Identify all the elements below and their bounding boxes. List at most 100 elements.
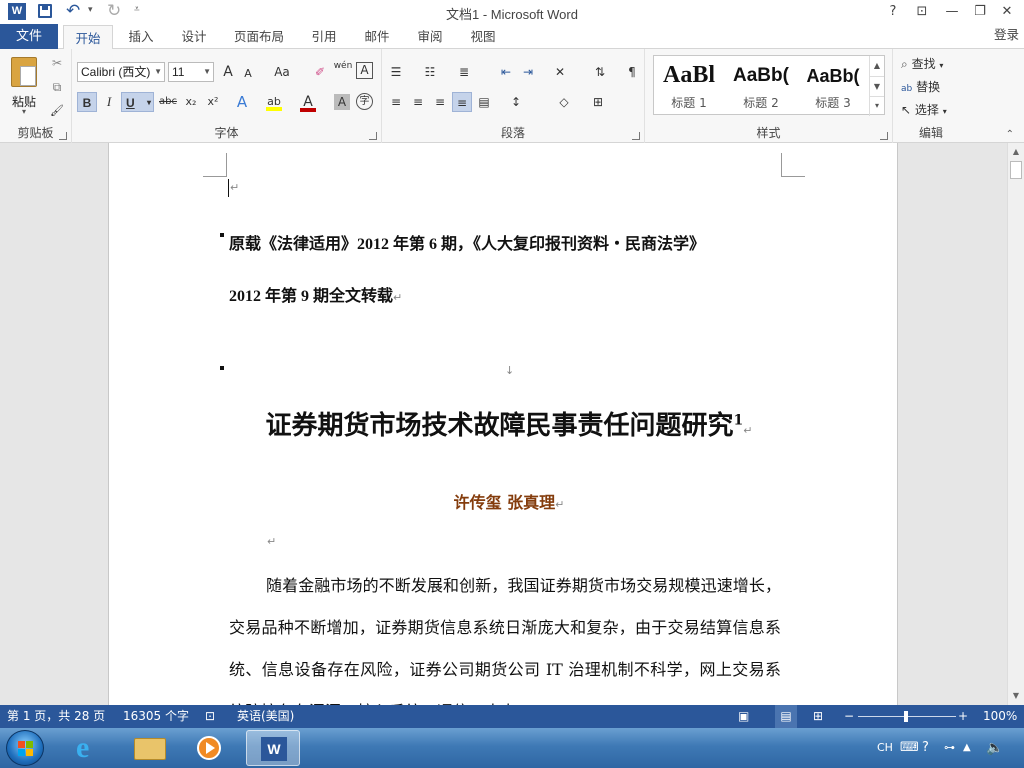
- enclose-characters-icon[interactable]: 字: [356, 93, 373, 110]
- authors-line[interactable]: 许传玺 张真理↵: [229, 489, 789, 513]
- distributed-icon[interactable]: ▤: [474, 92, 494, 112]
- styles-down-icon[interactable]: ▼: [870, 76, 884, 96]
- restore-button[interactable]: ❐: [969, 2, 991, 22]
- show-hidden-icons-icon[interactable]: ▲: [963, 728, 971, 768]
- sign-in-link[interactable]: 登录: [994, 24, 1024, 49]
- font-name-combo[interactable]: Calibri (西文) ▼: [77, 62, 165, 82]
- media-player-icon[interactable]: [182, 730, 236, 766]
- zoom-level[interactable]: 100%: [983, 705, 1017, 728]
- styles-more-icon[interactable]: ▾: [870, 96, 884, 114]
- decrease-indent-icon[interactable]: ⇤: [496, 62, 516, 82]
- source-note[interactable]: 原载《法律适用》2012 年第 6 期，《人大复印报刊资料・民商法学》 2012…: [229, 219, 789, 324]
- web-layout-icon[interactable]: ⊞: [813, 705, 823, 728]
- body-paragraph[interactable]: 随着金融市场的不断发展和创新，我国证券期货市场交易规模迅速增长，交易品种不断增加…: [229, 565, 781, 705]
- tab-file[interactable]: 文件: [0, 24, 58, 49]
- increase-indent-icon[interactable]: ⇥: [518, 62, 538, 82]
- document-area[interactable]: ↵ 原载《法律适用》2012 年第 6 期，《人大复印报刊资料・民商法学》 20…: [0, 143, 1024, 705]
- underline-button[interactable]: U ▾: [121, 92, 154, 112]
- scroll-down-icon[interactable]: ▼: [1008, 689, 1024, 703]
- character-shading-icon[interactable]: A: [334, 94, 350, 110]
- tab-insert[interactable]: 插入: [119, 24, 163, 49]
- font-size-combo[interactable]: 11 ▼: [168, 62, 214, 82]
- clear-format-icon[interactable]: ✐: [310, 62, 330, 82]
- zoom-thumb[interactable]: [904, 711, 908, 722]
- grow-font-icon[interactable]: A: [218, 62, 238, 82]
- tab-page-layout[interactable]: 页面布局: [227, 24, 291, 49]
- volume-icon[interactable]: 🔈: [986, 728, 1003, 768]
- zoom-out-icon[interactable]: −: [844, 705, 854, 728]
- numbering-icon[interactable]: ☷: [420, 62, 440, 82]
- tab-mailings[interactable]: 邮件: [355, 24, 399, 49]
- vertical-scrollbar[interactable]: ▲ ▼: [1007, 143, 1024, 705]
- style-heading-2[interactable]: AaBb( 标题 2: [726, 56, 796, 114]
- highlight-icon[interactable]: ab: [264, 92, 284, 112]
- subscript-button[interactable]: x₂: [181, 92, 201, 112]
- read-mode-icon[interactable]: ▣: [738, 705, 749, 728]
- replace-button[interactable]: ab 替换: [901, 77, 969, 99]
- asian-layout-icon[interactable]: ✕: [550, 62, 570, 82]
- footnote-ref[interactable]: 1: [734, 412, 744, 428]
- zoom-in-icon[interactable]: +: [958, 705, 968, 728]
- line-spacing-icon[interactable]: ↕: [506, 92, 526, 112]
- bold-button[interactable]: B: [77, 92, 97, 112]
- styles-launcher-icon[interactable]: [880, 132, 888, 140]
- phonetic-guide-icon[interactable]: wén: [333, 60, 353, 80]
- minimize-button[interactable]: —: [941, 2, 963, 22]
- paragraph-launcher-icon[interactable]: [632, 132, 640, 140]
- tab-references[interactable]: 引用: [302, 24, 346, 49]
- zoom-slider[interactable]: [858, 711, 956, 722]
- shrink-font-icon[interactable]: A: [238, 64, 258, 84]
- network-icon[interactable]: ⊶: [944, 728, 955, 768]
- tab-view[interactable]: 视图: [461, 24, 505, 49]
- document-page[interactable]: ↵ 原载《法律适用》2012 年第 6 期，《人大复印报刊资料・民商法学》 20…: [108, 143, 898, 705]
- scroll-up-icon[interactable]: ▲: [1008, 145, 1024, 159]
- language-indicator[interactable]: 英语(美国): [237, 705, 294, 728]
- find-button[interactable]: ⌕ 查找 ▾: [901, 54, 969, 76]
- format-painter-icon[interactable]: 🖌: [47, 101, 67, 121]
- font-launcher-icon[interactable]: [369, 132, 377, 140]
- scroll-thumb[interactable]: [1010, 161, 1022, 179]
- tab-home[interactable]: 开始: [63, 25, 113, 50]
- start-button-icon[interactable]: [6, 730, 44, 766]
- character-border-icon[interactable]: A: [356, 62, 373, 79]
- clipboard-launcher-icon[interactable]: [59, 132, 67, 140]
- document-title[interactable]: 证券期货市场技术故障民事责任问题研究1↵: [229, 405, 789, 442]
- internet-explorer-icon[interactable]: e: [64, 730, 118, 766]
- file-explorer-icon[interactable]: [123, 730, 177, 766]
- print-layout-icon[interactable]: ▤: [775, 705, 797, 728]
- page-count[interactable]: 第 1 页，共 28 页: [7, 705, 105, 728]
- help-tray-icon[interactable]: ?: [922, 728, 929, 768]
- multilevel-list-icon[interactable]: ≣: [454, 62, 474, 82]
- word-taskbar-icon[interactable]: W: [246, 730, 300, 766]
- word-count[interactable]: 16305 个字: [123, 705, 189, 728]
- style-heading-1[interactable]: AaBl 标题 1: [654, 56, 724, 114]
- close-button[interactable]: ✕: [996, 2, 1018, 22]
- italic-button[interactable]: I: [99, 92, 119, 112]
- font-color-icon[interactable]: A: [298, 92, 318, 112]
- styles-scroll[interactable]: ▲ ▼ ▾: [869, 56, 884, 116]
- ribbon-display-button[interactable]: ⊡: [911, 2, 933, 22]
- change-case-icon[interactable]: Aa: [269, 62, 295, 82]
- select-button[interactable]: ↖ 选择 ▾: [901, 100, 969, 122]
- superscript-button[interactable]: x²: [203, 92, 223, 112]
- proofing-icon[interactable]: ⊡: [205, 705, 215, 728]
- strikethrough-button[interactable]: abc: [157, 92, 179, 112]
- tab-design[interactable]: 设计: [172, 24, 216, 49]
- styles-up-icon[interactable]: ▲: [870, 56, 884, 76]
- align-right-icon[interactable]: ≡: [430, 92, 450, 112]
- cut-icon[interactable]: ✂: [47, 53, 67, 73]
- show-marks-icon[interactable]: ¶: [622, 62, 642, 82]
- sort-icon[interactable]: ⇅: [590, 62, 610, 82]
- help-button[interactable]: ?: [882, 2, 904, 22]
- ime-indicator[interactable]: CH: [877, 728, 893, 768]
- text-effects-icon[interactable]: A: [232, 92, 252, 112]
- style-heading-3[interactable]: AaBb( 标题 3: [798, 56, 868, 114]
- bullets-icon[interactable]: ☰: [386, 62, 406, 82]
- align-left-icon[interactable]: ≡: [386, 92, 406, 112]
- tab-review[interactable]: 审阅: [408, 24, 452, 49]
- collapse-ribbon-icon[interactable]: ⌃: [1006, 129, 1014, 140]
- borders-icon[interactable]: ⊞: [588, 92, 608, 112]
- justify-icon[interactable]: ≡: [452, 92, 472, 112]
- shading-icon[interactable]: ◇: [554, 92, 574, 112]
- keyboard-icon[interactable]: ⌨: [900, 728, 919, 768]
